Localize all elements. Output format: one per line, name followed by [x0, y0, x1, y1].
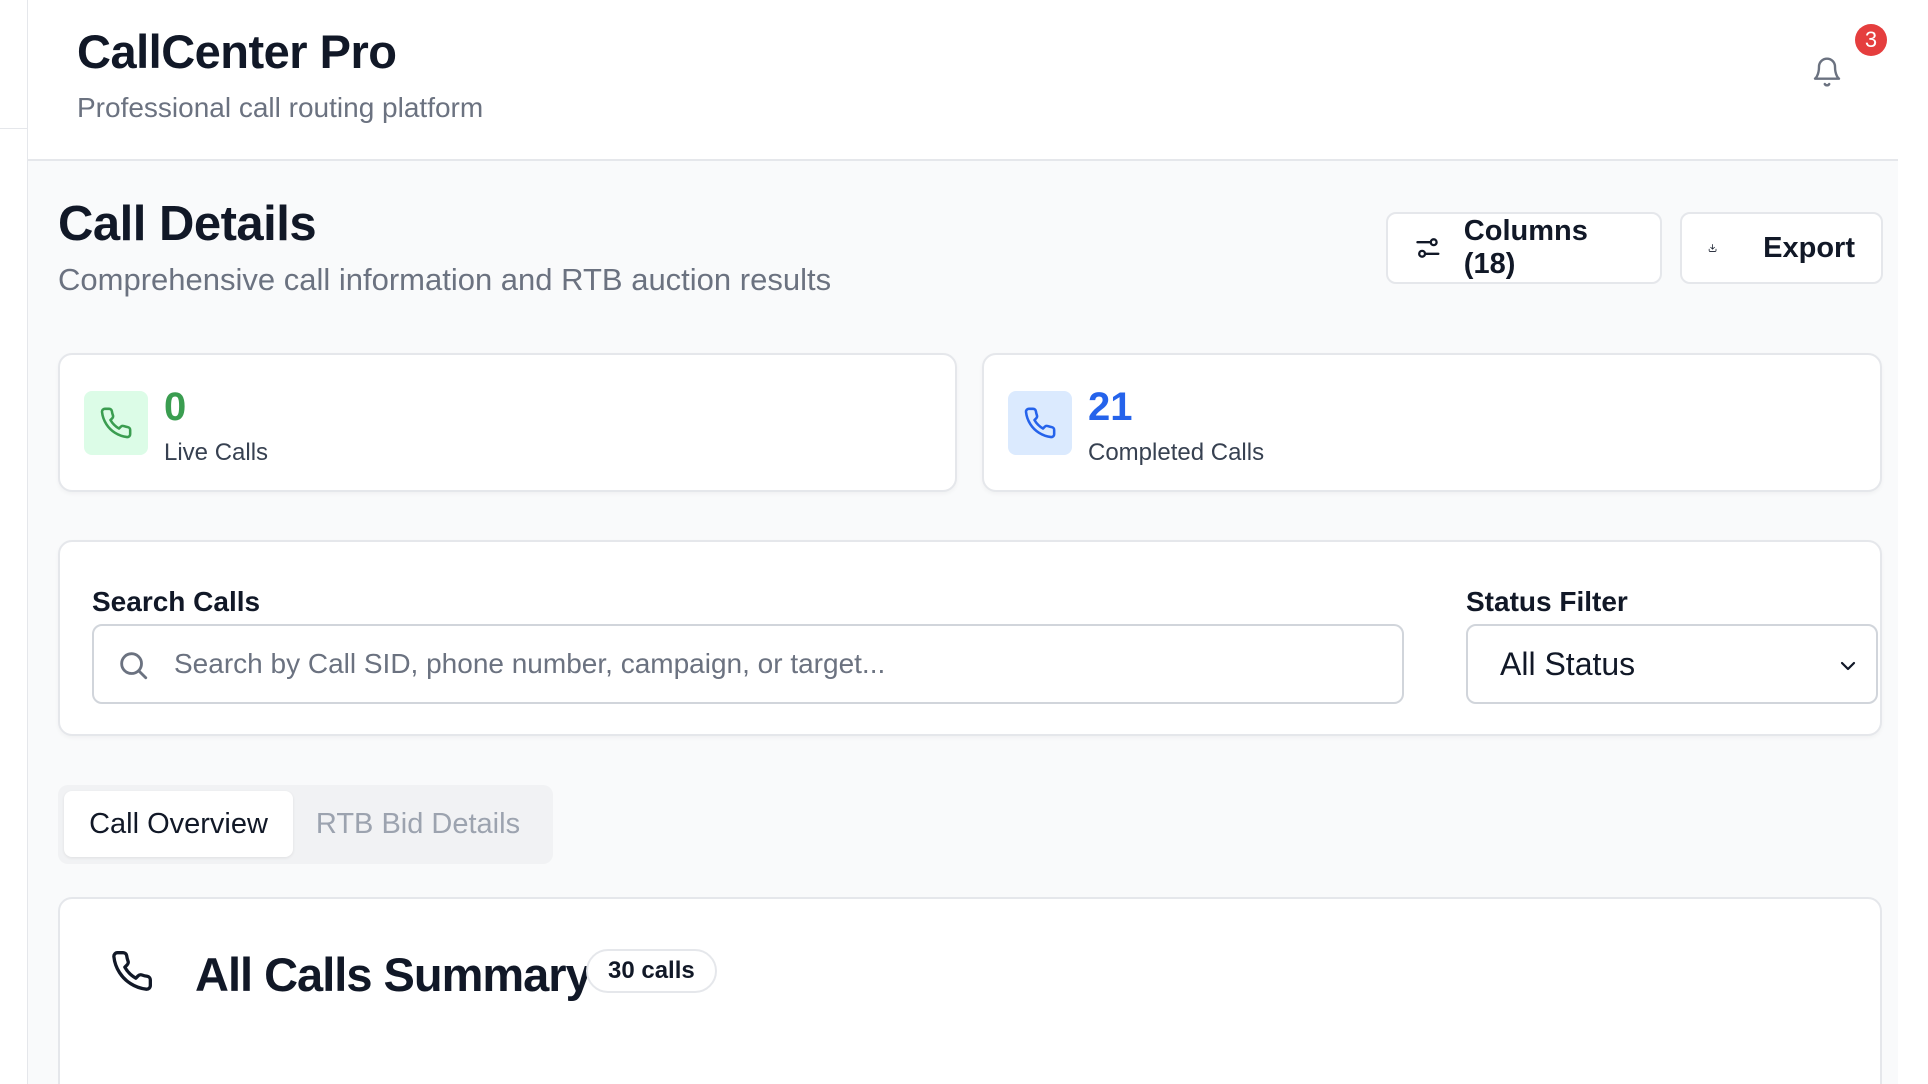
tab-rtb-bid-details[interactable]: RTB Bid Details — [293, 791, 543, 857]
phone-icon — [100, 407, 132, 439]
live-calls-value: 0 — [164, 385, 187, 429]
completed-calls-value: 21 — [1088, 385, 1133, 429]
page-subtitle: Comprehensive call information and RTB a… — [58, 262, 832, 297]
search-icon — [120, 652, 148, 680]
sidebar-divider — [0, 128, 27, 129]
tab-call-overview[interactable]: Call Overview — [64, 791, 293, 857]
notifications-button[interactable] — [1803, 48, 1851, 96]
summary-title: All Calls Summary — [195, 948, 592, 1001]
phone-icon — [112, 951, 152, 991]
phone-icon — [1024, 407, 1056, 439]
all-calls-summary-card: All Calls Summary 30 calls — [58, 897, 1882, 1084]
sidebar-edge — [0, 0, 28, 1084]
search-input[interactable] — [174, 626, 1384, 702]
app-subtitle: Professional call routing platform — [77, 92, 484, 123]
status-filter-label: Status Filter — [1466, 586, 1628, 617]
download-icon — [1708, 244, 1717, 252]
columns-button-label: Columns (18) — [1463, 215, 1588, 280]
search-field[interactable] — [92, 624, 1404, 704]
app-title: CallCenter Pro — [77, 25, 397, 78]
completed-calls-label: Completed Calls — [1088, 439, 1265, 466]
sliders-icon — [1416, 238, 1440, 258]
notification-count-badge: 3 — [1855, 24, 1887, 56]
columns-button[interactable]: Columns (18) — [1386, 212, 1662, 284]
completed-calls-icon-tile — [1008, 391, 1072, 455]
export-button[interactable]: Export — [1680, 212, 1883, 284]
live-calls-card: 0 Live Calls — [58, 353, 957, 492]
chevron-down-icon — [1840, 661, 1856, 671]
completed-calls-card: 21 Completed Calls — [982, 353, 1882, 492]
view-tabs: Call Overview RTB Bid Details — [58, 785, 553, 864]
search-label: Search Calls — [92, 586, 261, 617]
live-calls-label: Live Calls — [164, 439, 269, 466]
scrollbar[interactable] — [1898, 0, 1913, 1084]
top-header: CallCenter Pro Professional call routing… — [28, 0, 1913, 161]
calls-count-badge: 30 calls — [586, 949, 717, 993]
live-calls-icon-tile — [84, 391, 148, 455]
bell-icon — [1813, 57, 1841, 87]
page-title: Call Details — [58, 197, 317, 251]
status-filter-select[interactable]: All Status — [1466, 624, 1878, 704]
filters-panel: Search Calls Status Filter All Status — [58, 540, 1882, 736]
export-button-label: Export — [1763, 231, 1855, 264]
status-filter-value: All Status — [1500, 645, 1636, 682]
main-app: CallCenter Pro Professional call routing… — [28, 0, 1913, 1084]
